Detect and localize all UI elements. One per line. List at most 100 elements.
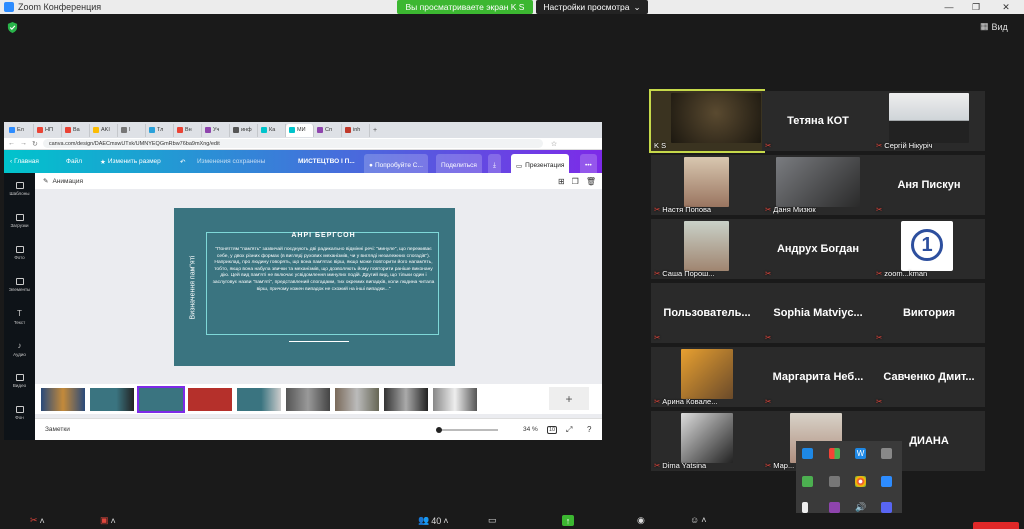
- participant-tile[interactable]: ✂ Саша Порош...: [651, 219, 763, 279]
- participants-button[interactable]: 👥 40 ˄: [418, 515, 449, 526]
- mute-button[interactable]: ✂ ˄: [30, 515, 45, 526]
- page-thumbnail[interactable]: [286, 387, 330, 411]
- chevron-up-icon[interactable]: ˄: [443, 516, 448, 526]
- animation-icon[interactable]: ✎: [43, 177, 48, 185]
- page-count[interactable]: 10: [547, 425, 558, 434]
- app-tray-icon[interactable]: [829, 448, 840, 459]
- browser-tab[interactable]: Ел: [6, 123, 34, 137]
- page-thumbnail[interactable]: [188, 387, 232, 411]
- participant-tile[interactable]: ✂ Даня Мизюк: [762, 155, 874, 215]
- browser-tab[interactable]: I: [118, 123, 146, 137]
- video-button[interactable]: ▣ ˄: [100, 515, 116, 526]
- cloud-icon[interactable]: [829, 476, 840, 487]
- discord-icon[interactable]: [881, 502, 892, 513]
- browser-tab[interactable]: Сп: [314, 123, 342, 137]
- help-icon[interactable]: ?: [587, 425, 591, 434]
- browser-tab[interactable]: НП: [34, 123, 62, 137]
- participant-tile[interactable]: Андрух Богдан ✂: [762, 219, 874, 279]
- sidebar-item-text[interactable]: T Текст: [4, 301, 35, 333]
- browser-tab[interactable]: AKI: [90, 123, 118, 137]
- forward-icon[interactable]: →: [20, 140, 27, 147]
- app-tray-icon[interactable]: [829, 502, 840, 513]
- browser-tab[interactable]: Тл: [146, 123, 174, 137]
- zoom-level[interactable]: 34 %: [523, 426, 538, 433]
- zoom-slider-handle[interactable]: [436, 427, 442, 433]
- chevron-up-icon[interactable]: ˄: [111, 516, 116, 526]
- chevron-up-icon[interactable]: ˄: [701, 515, 706, 525]
- participant-tile[interactable]: K S: [649, 89, 765, 153]
- back-icon[interactable]: ←: [8, 140, 15, 147]
- sidebar-item-photos[interactable]: Фото: [4, 237, 35, 269]
- volume-icon[interactable]: 🔊: [855, 502, 866, 513]
- page-thumbnail[interactable]: [41, 387, 85, 411]
- undo-icon[interactable]: ↶: [180, 150, 185, 173]
- sidebar-item-audio[interactable]: ♪ Аудио: [4, 333, 35, 365]
- fullscreen-icon[interactable]: ⤢: [566, 425, 572, 435]
- sidebar-item-templates[interactable]: Шаблоны: [4, 173, 35, 205]
- app-tray-icon[interactable]: W: [855, 448, 866, 459]
- share-screen-button[interactable]: ↑: [562, 515, 574, 526]
- zoom-slider[interactable]: [436, 427, 498, 433]
- participant-tile[interactable]: Виктория ✂: [873, 283, 985, 343]
- page-thumbnail[interactable]: [237, 387, 281, 411]
- add-page-button[interactable]: +: [549, 387, 589, 410]
- app-tray-icon[interactable]: [881, 448, 892, 459]
- url-field[interactable]: canva.com/design/DAECmswUTxk/UMNYEQGmRbw…: [42, 139, 543, 148]
- notes-button[interactable]: Заметки: [45, 426, 70, 433]
- participant-tile[interactable]: Савченко Дмит... ✂: [873, 347, 985, 407]
- sidebar-item-uploads[interactable]: Загрузки: [4, 205, 35, 237]
- participant-tile[interactable]: 1 ✂ zoom...kman: [873, 219, 985, 279]
- browser-tab[interactable]: инф: [230, 123, 258, 137]
- participant-tile[interactable]: Пользователь... ✂: [651, 283, 763, 343]
- file-menu[interactable]: Файл: [66, 150, 82, 173]
- zoom-tray-icon[interactable]: [881, 476, 892, 487]
- participant-tile[interactable]: Аня Пискун ✂: [873, 155, 985, 215]
- quote-author[interactable]: АНРІ БЕРГСОН: [207, 232, 440, 239]
- participant-tile[interactable]: Sophia Matviyc... ✂: [762, 283, 874, 343]
- browser-tab[interactable]: Вн: [174, 123, 202, 137]
- duplicate-icon[interactable]: ❐: [572, 177, 579, 186]
- star-icon[interactable]: ☆: [551, 140, 557, 148]
- chrome-icon[interactable]: [855, 476, 866, 487]
- chat-button[interactable]: ▭: [488, 515, 497, 526]
- resize-button[interactable]: ★ Изменить размер: [100, 150, 161, 173]
- maximize-icon[interactable]: ❐: [965, 0, 987, 14]
- browser-tab-active[interactable]: МИ: [286, 123, 314, 137]
- sidebar-item-video[interactable]: Видео: [4, 365, 35, 397]
- animation-button[interactable]: Анимация: [52, 178, 83, 185]
- page-thumbnail-selected[interactable]: [137, 385, 185, 413]
- participant-tile[interactable]: Маргарита Неб... ✂: [762, 347, 874, 407]
- record-button[interactable]: ◉: [637, 515, 645, 526]
- view-options-button[interactable]: Настройки просмотра ⌄: [536, 0, 648, 14]
- shield-icon[interactable]: [7, 22, 18, 33]
- sidebar-item-elements[interactable]: Элементы: [4, 269, 35, 301]
- page-thumbnail[interactable]: [384, 387, 428, 411]
- view-button[interactable]: ▦ Вид: [980, 21, 1008, 32]
- document-title[interactable]: МИСТЕЦТВО І П...: [298, 150, 355, 173]
- new-tab-icon[interactable]: +: [373, 127, 377, 134]
- app-tray-icon[interactable]: [802, 448, 813, 459]
- participant-tile[interactable]: ✂ Арина Ковале...: [651, 347, 763, 407]
- browser-tab[interactable]: Ка: [258, 123, 286, 137]
- chevron-up-icon[interactable]: ˄: [40, 516, 45, 526]
- usb-icon[interactable]: [802, 502, 808, 513]
- reload-icon[interactable]: ↻: [32, 140, 38, 148]
- quote-text[interactable]: "Поняттям "пам'ять" зазвичай поєднують д…: [211, 247, 436, 293]
- browser-tab[interactable]: Ва: [62, 123, 90, 137]
- quote-frame[interactable]: АНРІ БЕРГСОН "Поняттям "пам'ять" зазвича…: [206, 232, 439, 335]
- close-icon[interactable]: ✕: [995, 0, 1017, 14]
- participant-tile[interactable]: Тетяна КОТ ✂: [762, 91, 874, 151]
- app-tray-icon[interactable]: [802, 476, 813, 487]
- sidebar-item-background[interactable]: Фон: [4, 397, 35, 429]
- browser-tab[interactable]: inh: [342, 123, 370, 137]
- home-button[interactable]: ‹ Главная: [10, 150, 39, 173]
- add-page-icon[interactable]: ⊞: [558, 177, 565, 186]
- trash-icon[interactable]: 🗑: [586, 177, 596, 186]
- participant-tile[interactable]: ✂ Dima Yatsina: [651, 411, 763, 471]
- page-thumbnail[interactable]: [335, 387, 379, 411]
- participant-tile[interactable]: ✂ Настя Попова: [651, 155, 763, 215]
- browser-tab[interactable]: Уч: [202, 123, 230, 137]
- page-thumbnail[interactable]: [433, 387, 477, 411]
- end-meeting-button[interactable]: [973, 522, 1019, 529]
- reactions-button[interactable]: ☺ ˄: [690, 515, 706, 525]
